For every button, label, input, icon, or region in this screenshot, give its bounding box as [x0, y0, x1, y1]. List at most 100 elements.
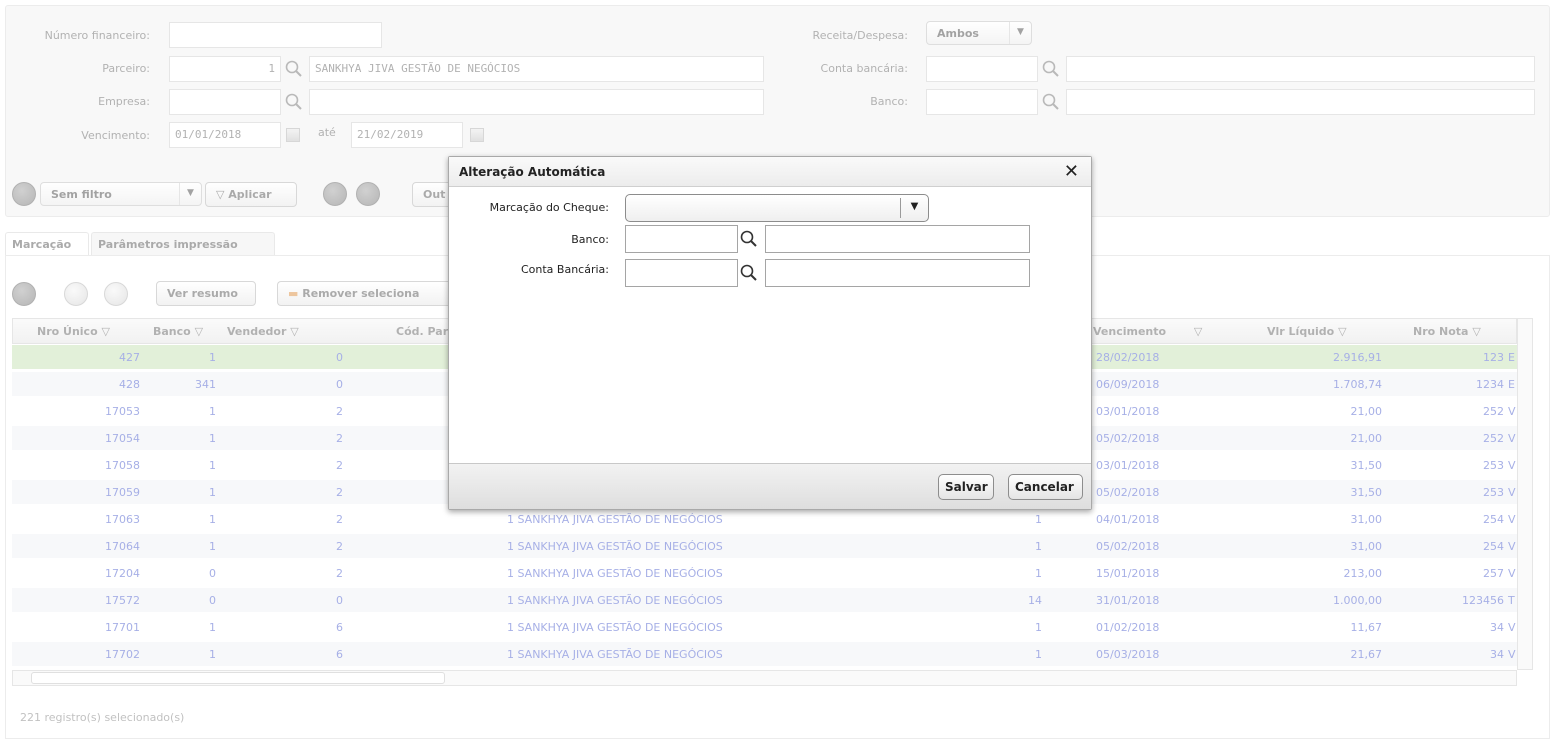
col-vlr-liquido-label: Vlr Líquido — [1267, 325, 1335, 338]
search-icon[interactable] — [284, 92, 304, 112]
tab-parametros-impressao[interactable]: Parâmetros impressão — [91, 232, 275, 256]
grid-menu-icon[interactable] — [12, 282, 36, 306]
parceiro-code-input[interactable]: 1 — [169, 56, 281, 82]
cancel-icon[interactable] — [104, 282, 128, 306]
salvar-button[interactable]: Salvar — [938, 474, 994, 500]
cell-vendedor: 2 — [336, 405, 343, 418]
table-row[interactable]: 17701 1 6 1 SANKHYA JIVA GESTÃO DE NEGÓCIOS… — [12, 615, 1517, 640]
empresa-code-input[interactable] — [169, 89, 281, 115]
cell-extra: V — [1508, 459, 1516, 472]
banco-name-input[interactable] — [765, 225, 1030, 253]
cell-vendedor: 2 — [336, 486, 343, 499]
conta-bancaria-code-input[interactable] — [625, 259, 738, 287]
parceiro-name-input[interactable]: SANKHYA JIVA GESTÃO DE NEGÓCIOS — [309, 56, 764, 82]
remover-selecionados-button[interactable]: ▬ Remover seleciona — [277, 281, 448, 306]
funnel-icon[interactable]: ▽ — [1338, 325, 1346, 338]
ver-resumo-button[interactable]: Ver resumo — [156, 281, 256, 306]
cell-nro-nota: 254 — [1483, 513, 1504, 526]
search-icon[interactable] — [739, 229, 759, 249]
marcacao-cheque-select[interactable]: ▼ — [625, 194, 929, 222]
cell-vlr-liquido: 31,00 — [1350, 540, 1383, 553]
funnel-icon[interactable]: ▽ — [1194, 325, 1202, 338]
table-row[interactable]: 17702 1 6 1 SANKHYA JIVA GESTÃO DE NEGÓCIOS… — [12, 642, 1517, 667]
aplicar-button[interactable]: ▽ Aplicar — [205, 182, 297, 207]
conta-bancaria-name-input[interactable] — [765, 259, 1030, 287]
cell-banco: 1 — [209, 459, 216, 472]
cell-nro-nota: 254 — [1483, 540, 1504, 553]
cell-vendedor: 0 — [336, 378, 343, 391]
table-row[interactable]: 17063 1 2 1 SANKHYA JIVA GESTÃO DE NEGÓCIOS… — [12, 507, 1517, 532]
receita-despesa-value: Ambos — [937, 27, 979, 40]
cell-vencimento: 28/02/2018 — [1096, 351, 1160, 364]
table-row[interactable]: 17204 0 2 1 SANKHYA JIVA GESTÃO DE NEGÓCIOS… — [12, 561, 1517, 586]
funnel-icon[interactable]: ▽ — [290, 325, 298, 338]
sem-filtro-select[interactable]: Sem filtro ▼ — [40, 182, 202, 206]
cell-vendedor: 6 — [336, 621, 343, 634]
cell-nro-unico: 17058 — [105, 459, 140, 472]
col-vencimento[interactable]: Vencimento ▽ — [1093, 325, 1202, 338]
table-row[interactable]: 17064 1 2 1 SANKHYA JIVA GESTÃO DE NEGÓCIOS… — [12, 534, 1517, 559]
cell-parceiro: 1 SANKHYA JIVA GESTÃO DE NEGÓCIOS — [507, 567, 723, 580]
vencimento-from-input[interactable]: 01/01/2018 — [169, 122, 281, 148]
col-banco[interactable]: Banco ▽ — [153, 325, 203, 338]
cell-parceiro: 1 SANKHYA JIVA GESTÃO DE NEGÓCIOS — [507, 621, 723, 634]
close-icon[interactable]: ✕ — [1064, 161, 1079, 182]
calendar-icon[interactable] — [470, 128, 484, 142]
funnel-icon[interactable]: ▽ — [195, 325, 203, 338]
cell-vencimento: 15/01/2018 — [1096, 567, 1160, 580]
col-vencimento-label: Vencimento — [1093, 325, 1167, 338]
banco-code-input[interactable] — [625, 225, 738, 253]
scrollbar-thumb[interactable] — [31, 672, 445, 684]
cell-extra: E — [1508, 351, 1515, 364]
cell-vencimento: 05/02/2018 — [1096, 486, 1160, 499]
banco-code-input[interactable] — [926, 89, 1038, 115]
vencimento-to-input[interactable]: 21/02/2019 — [351, 122, 463, 148]
cell-vencimento: 05/02/2018 — [1096, 540, 1160, 553]
funnel-icon[interactable]: ▽ — [1472, 325, 1480, 338]
cell-nro-nota: 252 — [1483, 405, 1504, 418]
cell-parceiro: 1 SANKHYA JIVA GESTÃO DE NEGÓCIOS — [507, 648, 723, 661]
search-icon[interactable] — [1041, 92, 1061, 112]
refresh-icon[interactable] — [323, 182, 347, 206]
calendar-icon[interactable] — [286, 128, 300, 142]
empresa-name-input[interactable] — [309, 89, 764, 115]
cell-quantidade: 1 — [1035, 540, 1042, 553]
cell-extra: T — [1508, 594, 1515, 607]
cancelar-button[interactable]: Cancelar — [1008, 474, 1083, 500]
filter-menu-icon[interactable] — [12, 182, 36, 206]
numero-financeiro-label: Número financeiro: — [44, 29, 150, 42]
cell-banco: 1 — [209, 486, 216, 499]
marcacao-cheque-label: Marcação do Cheque: — [489, 201, 609, 214]
banco-name-input[interactable] — [1066, 89, 1535, 115]
search-icon[interactable] — [284, 59, 304, 79]
receita-despesa-select[interactable]: Ambos ▼ — [926, 21, 1032, 45]
col-vendedor[interactable]: Vendedor ▽ — [227, 325, 299, 338]
col-nro-nota[interactable]: Nro Nota ▽ — [1413, 325, 1481, 338]
cell-banco: 0 — [209, 594, 216, 607]
outros-button[interactable]: Out — [412, 182, 452, 207]
cell-banco: 0 — [209, 567, 216, 580]
search-icon[interactable] — [1041, 59, 1061, 79]
search-icon[interactable] — [739, 263, 759, 283]
col-vlr-liquido[interactable]: Vlr Líquido ▽ — [1267, 325, 1347, 338]
cell-nro-nota: 253 — [1483, 486, 1504, 499]
table-row[interactable]: 17572 0 0 1 SANKHYA JIVA GESTÃO DE NEGÓCIOS… — [12, 588, 1517, 613]
conta-bancaria-code-input[interactable] — [926, 56, 1038, 82]
col-nro-unico[interactable]: Nro Único ▽ — [37, 325, 110, 338]
aplicar-label: Aplicar — [228, 188, 272, 201]
col-cod-parceiro[interactable]: Cód. Par — [396, 325, 448, 338]
conta-bancaria-name-input[interactable] — [1066, 56, 1535, 82]
cell-parceiro: 1 SANKHYA JIVA GESTÃO DE NEGÓCIOS — [507, 540, 723, 553]
cell-nro-unico: 17063 — [105, 513, 140, 526]
numero-financeiro-input[interactable] — [169, 22, 382, 48]
check-icon[interactable] — [64, 282, 88, 306]
user-icon[interactable] — [356, 182, 380, 206]
horizontal-scrollbar[interactable] — [12, 670, 1517, 686]
cell-vendedor: 0 — [336, 594, 343, 607]
cell-vencimento: 31/01/2018 — [1096, 594, 1160, 607]
funnel-icon[interactable]: ▽ — [101, 325, 109, 338]
tab-marcacao[interactable]: Marcação — [5, 232, 89, 256]
vertical-scrollbar[interactable] — [1517, 318, 1533, 670]
cell-quantidade: 1 — [1035, 621, 1042, 634]
cell-extra: E — [1508, 378, 1515, 391]
